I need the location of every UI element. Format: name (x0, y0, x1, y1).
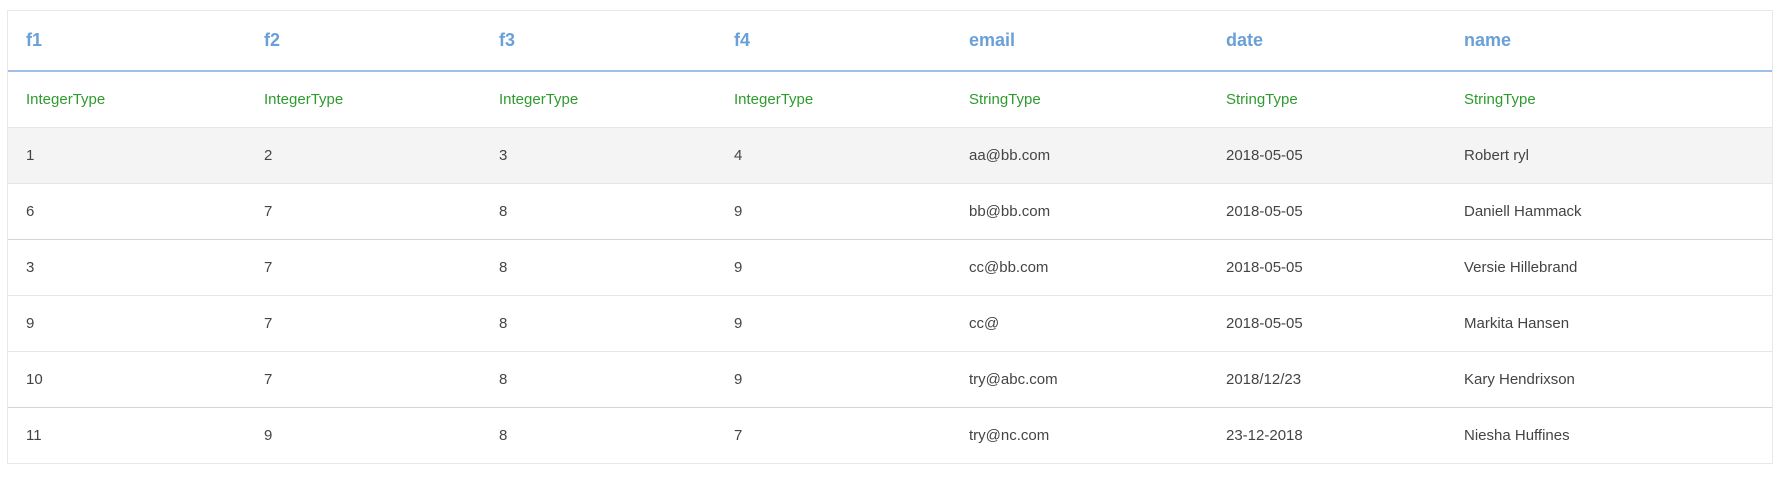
table-cell: 4 (716, 127, 951, 184)
table-cell: 9 (8, 295, 246, 352)
table-row: 10 7 8 9 try@abc.com 2018/12/23 Kary Hen… (8, 351, 1772, 408)
table-cell: Versie Hillebrand (1446, 239, 1772, 296)
column-type-f1: IntegerType (8, 71, 246, 128)
table-cell: 23-12-2018 (1226, 427, 1303, 444)
table-row: 3 7 8 9 cc@bb.com 2018-05-05 Versie Hill… (8, 239, 1772, 296)
table-cell: cc@bb.com (951, 239, 1208, 296)
column-type-name: StringType (1446, 71, 1772, 128)
table-cell: 11 (26, 427, 42, 444)
table-cell: try@abc.com (951, 351, 1208, 408)
column-header-email[interactable]: email (951, 11, 1208, 72)
table-cell: 8 (481, 351, 716, 408)
column-header-f4[interactable]: f4 (716, 11, 951, 72)
column-header-date[interactable]: date (1208, 11, 1446, 72)
column-type-f3: IntegerType (481, 71, 716, 128)
table-cell: Daniell Hammack (1446, 183, 1772, 240)
table-cell: 2018-05-05 (1208, 183, 1446, 240)
table-cell: 8 (481, 183, 716, 240)
table-row: 6 7 8 9 bb@bb.com 2018-05-05 Daniell Ham… (8, 183, 1772, 240)
column-type-f2: IntegerType (246, 71, 481, 128)
data-preview-table: f1 f2 f3 f4 email date name IntegerType … (8, 11, 1772, 463)
table-cell: 7 (246, 183, 481, 240)
table-cell: 3 (481, 127, 716, 184)
table-cell: aa@bb.com (951, 127, 1208, 184)
table-cell: 3 (8, 239, 246, 296)
table-cell: bb@bb.com (951, 183, 1208, 240)
table-cell: cc@ (951, 295, 1208, 352)
column-type-f4: IntegerType (716, 71, 951, 128)
table-cell: 10 (8, 351, 246, 408)
table-cell: 7 (734, 427, 743, 444)
table-cell: 1 (8, 127, 246, 184)
column-type-email: StringType (951, 71, 1208, 128)
table-cell: 9 (264, 427, 273, 444)
table-row: 11 9 8 7 try@nc.com 23-12-2018 Niesha Hu… (8, 408, 1772, 464)
table-cell: Niesha Huffines (1464, 427, 1570, 444)
table-cell: 2018-05-05 (1208, 127, 1446, 184)
table-cell: 9 (716, 239, 951, 296)
data-preview-table-container: f1 f2 f3 f4 email date name IntegerType … (7, 10, 1773, 464)
column-type-row: IntegerType IntegerType IntegerType Inte… (8, 71, 1772, 128)
table-cell: 2018-05-05 (1208, 239, 1446, 296)
table-cell: 9 (716, 295, 951, 352)
table-cell: 8 (499, 427, 508, 444)
column-header-f3[interactable]: f3 (481, 11, 716, 72)
table-cell: try@nc.com (969, 427, 1050, 444)
table-cell: 7 (246, 295, 481, 352)
table-cell: 9 (716, 351, 951, 408)
table-cell: 7 (246, 351, 481, 408)
table-cell: Kary Hendrixson (1446, 351, 1772, 408)
column-header-f2[interactable]: f2 (246, 11, 481, 72)
table-cell: Robert ryl (1446, 127, 1772, 184)
column-header-name[interactable]: name (1446, 11, 1772, 72)
table-cell: 2018-05-05 (1208, 295, 1446, 352)
column-type-date: StringType (1208, 71, 1446, 128)
table-cell: 2 (246, 127, 481, 184)
table-row: 9 7 8 9 cc@ 2018-05-05 Markita Hansen (8, 295, 1772, 352)
table-cell: 7 (246, 239, 481, 296)
table-cell: 2018/12/23 (1208, 351, 1446, 408)
table-cell: 8 (481, 295, 716, 352)
column-header-f1[interactable]: f1 (8, 11, 246, 72)
table-cell: 6 (8, 183, 246, 240)
table-cell: 9 (716, 183, 951, 240)
table-header-row: f1 f2 f3 f4 email date name (8, 11, 1772, 72)
table-row: 1 2 3 4 aa@bb.com 2018-05-05 Robert ryl (8, 127, 1772, 184)
table-cell: Markita Hansen (1446, 295, 1772, 352)
table-cell: 8 (481, 239, 716, 296)
